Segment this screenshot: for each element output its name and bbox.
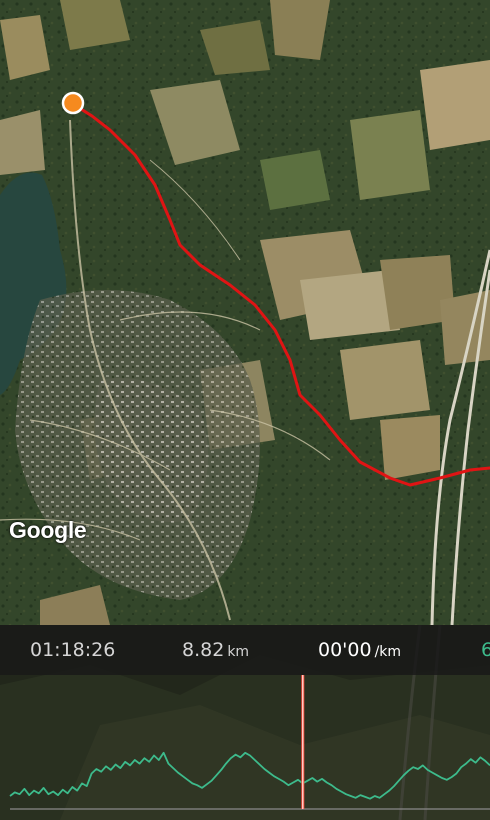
elevation-line (9, 751, 490, 800)
extra-stat-value: 6 (481, 639, 490, 661)
distance-unit: km (227, 644, 250, 660)
elevation-chart[interactable] (0, 675, 490, 820)
distance-number: 8.82 (182, 639, 225, 661)
pace-unit: /km (374, 644, 402, 660)
pace-number: 00'00 (318, 639, 372, 661)
satellite-map[interactable]: Google (0, 0, 490, 626)
google-logo: Google (9, 517, 87, 543)
distance-value: 8.82 km (182, 639, 249, 661)
stats-row: 01:18:26 8.82 km 00'00/km 6 (0, 625, 490, 675)
extra-stat-text: 6 (481, 639, 490, 661)
duration-text: 01:18:26 (30, 639, 116, 661)
duration-value: 01:18:26 (30, 639, 115, 661)
stats-panel: 01:18:26 8.82 km 00'00/km 6 (0, 625, 490, 820)
start-marker (61, 91, 85, 115)
pace-value: 00'00/km (318, 639, 401, 661)
